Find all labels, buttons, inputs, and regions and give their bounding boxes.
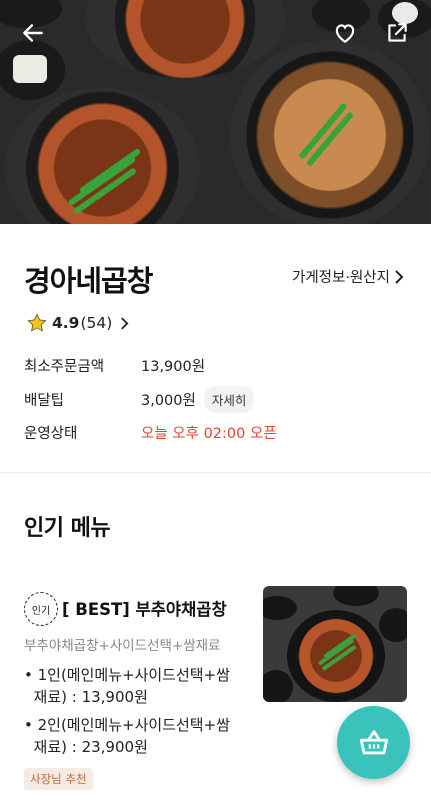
hero-image <box>0 0 431 224</box>
side-dish <box>379 608 407 642</box>
side-dish <box>263 670 293 702</box>
popular-badge-label: 인기 <box>31 605 51 617</box>
share-button[interactable] <box>380 16 414 50</box>
operation-status-row: 운영상태 오늘 오후 02:00 오픈 <box>24 422 277 443</box>
favorite-button[interactable] <box>328 16 362 50</box>
cart-button[interactable] <box>337 706 410 779</box>
food-plate <box>5 88 200 224</box>
menu-item-image[interactable] <box>263 586 407 702</box>
min-order-label: 최소주문금액 <box>24 359 105 375</box>
menu-item-description: 부추야채곱창+사이드선택+쌈재료 <box>24 638 221 654</box>
store-info-link[interactable]: 가게정보·원산지 <box>292 266 404 287</box>
side-dish <box>263 596 297 620</box>
rating-summary[interactable]: 4.9 (54) <box>26 312 129 334</box>
star-icon <box>27 313 47 332</box>
section-divider <box>0 472 431 473</box>
delivery-tip-row: 배달팁 3,000원 자세히 <box>24 386 255 413</box>
min-order-value: 13,900원 <box>141 359 206 375</box>
menu-option-2: • 2인(메인메뉴+사이드선택+쌈 재료) : 23,900원 <box>24 716 230 756</box>
heart-icon <box>335 24 355 43</box>
food-plate <box>85 0 285 78</box>
popular-badge: 인기 <box>24 592 58 626</box>
owner-recommend-tag: 사장님 추천 <box>24 768 93 790</box>
back-button[interactable] <box>16 16 50 50</box>
menu-item-name[interactable]: [ BEST] 부추야채곱창 <box>62 596 227 620</box>
basket-icon <box>359 729 388 754</box>
rating-score: 4.9 <box>52 314 80 332</box>
chevron-right-icon <box>395 269 404 284</box>
review-count: (54) <box>80 314 113 332</box>
store-info-label: 가게정보·원산지 <box>292 270 390 286</box>
operation-status-label: 운영상태 <box>24 426 78 442</box>
side-dish <box>333 586 379 606</box>
operation-status-value: 오늘 오후 02:00 오픈 <box>141 426 277 442</box>
menu-option-1: • 1인(메인메뉴+사이드선택+쌈 재료) : 13,900원 <box>24 666 230 706</box>
chevron-right-icon <box>121 316 129 330</box>
delivery-tip-label: 배달팁 <box>24 393 65 409</box>
delivery-tip-value: 3,000원 <box>141 393 196 409</box>
delivery-tip-detail-button[interactable]: 자세히 <box>203 386 255 413</box>
back-arrow-icon <box>23 24 43 42</box>
store-name: 경아네곱창 <box>24 264 153 298</box>
share-icon <box>388 23 407 42</box>
food-plate <box>230 40 430 224</box>
min-order-row: 최소주문금액 13,900원 <box>24 355 205 376</box>
popular-menu-title: 인기 메뉴 <box>24 516 111 541</box>
